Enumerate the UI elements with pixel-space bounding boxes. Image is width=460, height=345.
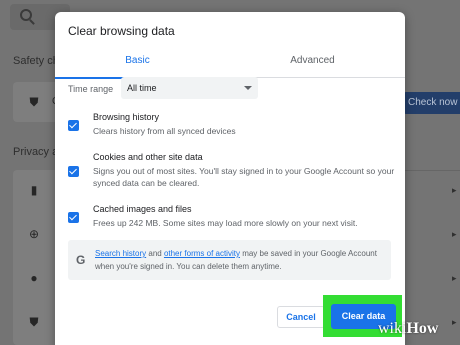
- browsing-history-option: Browsing history Clears history from all…: [68, 112, 398, 140]
- browsing-history-description: Clears history from all synced devices: [93, 126, 236, 136]
- cookies-description: Signs you out of most sites. You'll stay…: [93, 166, 395, 188]
- chevron-right-icon: ▸: [452, 273, 457, 283]
- chevron-right-icon: ▸: [452, 229, 457, 239]
- cached-images-checkbox[interactable]: [68, 212, 79, 223]
- time-range-select[interactable]: All time: [121, 77, 258, 99]
- browsing-history-checkbox[interactable]: [68, 120, 79, 131]
- search-icon: [20, 9, 32, 21]
- cached-images-description: Frees up 242 MB. Some sites may load mor…: [93, 218, 358, 228]
- trash-icon: ▮: [30, 183, 38, 197]
- globe-icon: ⊕: [28, 227, 40, 241]
- info-text: Search history and other forms of activi…: [95, 247, 385, 273]
- google-account-info-box: G Search history and other forms of acti…: [68, 240, 391, 280]
- watermark-suffix: How: [406, 320, 439, 337]
- security-icon: ⛊: [29, 315, 39, 329]
- shield-icon: ⛊: [29, 95, 39, 109]
- time-range-label: Time range: [68, 84, 114, 94]
- browsing-history-title: Browsing history: [93, 112, 160, 122]
- time-range-value: All time: [127, 83, 157, 93]
- cookie-icon: ●: [30, 271, 38, 285]
- tab-advanced[interactable]: Advanced: [230, 48, 395, 78]
- bg-divider: [404, 170, 460, 171]
- clear-browsing-data-dialog: Clear browsing data Basic Advanced Time …: [55, 12, 405, 345]
- cached-images-option: Cached images and files Frees up 242 MB.…: [68, 204, 398, 232]
- cancel-button[interactable]: Cancel: [277, 306, 325, 328]
- google-g-icon: G: [76, 253, 86, 267]
- wikihow-watermark: wikiHow: [378, 320, 438, 338]
- cached-images-title: Cached images and files: [93, 204, 192, 214]
- dialog-title: Clear browsing data: [68, 24, 175, 38]
- watermark-prefix: wiki: [378, 320, 407, 337]
- cookies-title: Cookies and other site data: [93, 152, 203, 162]
- check-now-button: Check now: [403, 92, 460, 114]
- search-history-link[interactable]: Search history: [95, 249, 146, 258]
- dropdown-caret-icon: [244, 86, 252, 90]
- chevron-right-icon: ▸: [452, 317, 457, 327]
- tab-basic[interactable]: Basic: [55, 48, 220, 79]
- dialog-tabs: Basic Advanced: [55, 48, 405, 79]
- other-activity-link[interactable]: other forms of activity: [164, 249, 240, 258]
- info-text-part1: and: [146, 249, 164, 258]
- chevron-right-icon: ▸: [452, 185, 457, 195]
- cookies-checkbox[interactable]: [68, 166, 79, 177]
- safety-check-heading: Safety ch: [13, 55, 59, 67]
- cookies-option: Cookies and other site data Signs you ou…: [68, 152, 398, 192]
- privacy-heading: Privacy a: [13, 146, 59, 158]
